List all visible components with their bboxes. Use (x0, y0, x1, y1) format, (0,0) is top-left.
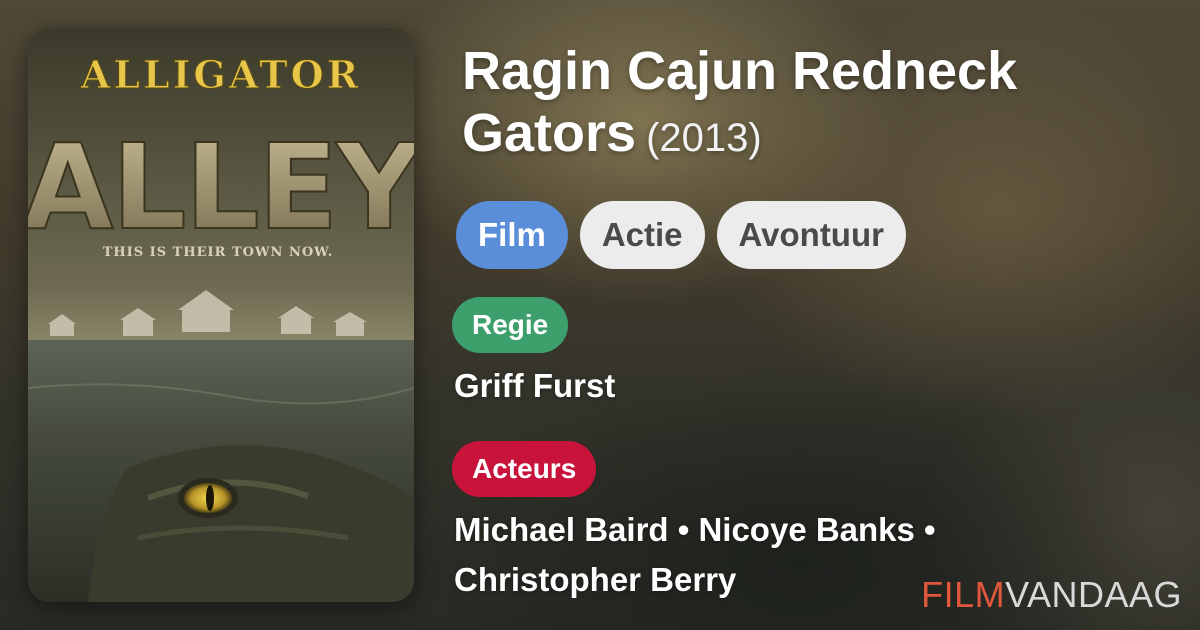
cast-badge: Acteurs (452, 441, 597, 497)
genre-tag-actie[interactable]: Actie (579, 201, 705, 269)
genre-tag-film[interactable]: Film (456, 201, 568, 269)
director-section: Regie Griff Furst (452, 297, 1156, 411)
movie-title: Ragin Cajun Redneck Gators (2013) (456, 40, 1156, 169)
logo-part-vandaag: VANDAAG (1005, 574, 1182, 615)
cast-line-1[interactable]: Michael Baird • Nicoye Banks • (454, 505, 1156, 555)
genre-tag-avontuur[interactable]: Avontuur (716, 201, 906, 269)
poster-title-top: ALLIGATOR (80, 52, 362, 97)
director-badge: Regie (452, 297, 569, 353)
logo-part-film: FILM (921, 574, 1006, 615)
genre-tags: Film Actie Avontuur (456, 201, 1156, 269)
movie-year: (2013) (646, 116, 762, 160)
director-name[interactable]: Griff Furst (452, 361, 1156, 411)
filmvandaag-logo[interactable]: FILMVANDAAG (921, 574, 1182, 616)
movie-poster: ALLIGATOR ALLEY THIS IS THEIR TOWN NOW. (28, 28, 414, 602)
movie-info: Ragin Cajun Redneck Gators (2013) Film Ac… (452, 40, 1156, 605)
poster-tagline: THIS IS THEIR TOWN NOW. (103, 245, 334, 260)
poster-title-main: ALLEY (28, 118, 414, 256)
